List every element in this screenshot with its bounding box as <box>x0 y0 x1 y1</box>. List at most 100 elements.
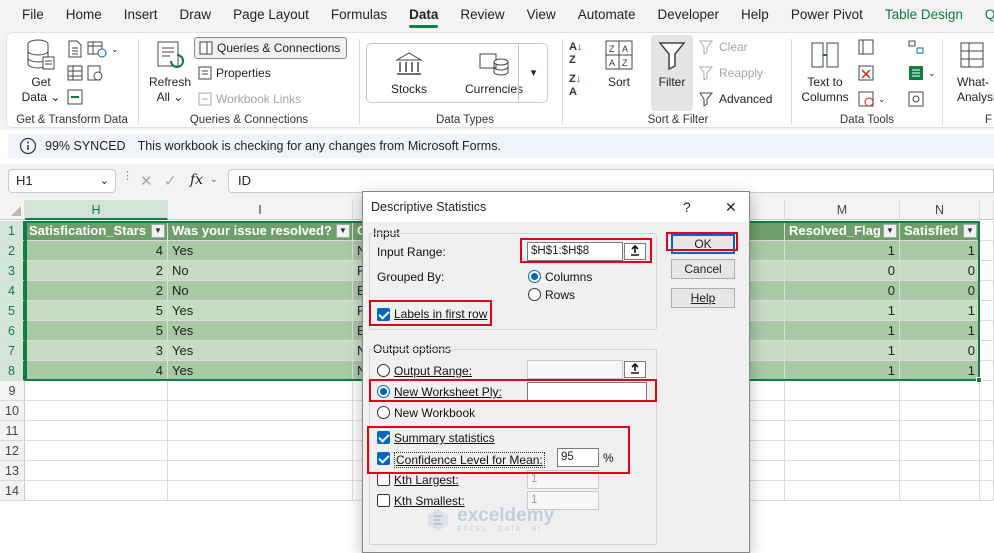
empty-cell[interactable] <box>785 421 900 441</box>
empty-cell[interactable] <box>980 261 994 281</box>
filter-dropdown-icon[interactable]: ▼ <box>883 224 897 238</box>
column-header-i[interactable]: I <box>168 200 353 220</box>
table-cell[interactable]: 1 <box>900 301 980 321</box>
stocks-button[interactable]: Stocks <box>379 50 439 97</box>
empty-cell[interactable] <box>168 421 353 441</box>
table-cell[interactable]: 4 <box>25 241 168 261</box>
row-header[interactable]: 13 <box>0 461 25 481</box>
table-header-cell[interactable]: Resolved_Flag ▼ <box>785 221 900 241</box>
labels-first-row-checkbox[interactable] <box>377 308 390 321</box>
table-cell[interactable]: Yes <box>168 321 353 341</box>
empty-cell[interactable] <box>980 341 994 361</box>
empty-cell[interactable] <box>980 421 994 441</box>
flash-fill-button[interactable] <box>858 37 874 57</box>
empty-cell[interactable] <box>980 361 994 381</box>
what-if-analysis-button[interactable]: What- Analysis <box>957 39 994 105</box>
table-cell[interactable]: 0 <box>900 281 980 301</box>
rows-radio[interactable] <box>528 288 541 301</box>
row-header[interactable]: 12 <box>0 441 25 461</box>
filter-dropdown-icon[interactable]: ▼ <box>336 224 350 238</box>
cancel-button[interactable]: Cancel <box>671 259 735 279</box>
table-cell[interactable]: 1 <box>785 241 900 261</box>
empty-cell[interactable] <box>980 221 994 241</box>
table-cell[interactable]: 1 <box>900 241 980 261</box>
empty-cell[interactable] <box>785 381 900 401</box>
fill-handle[interactable] <box>976 377 982 383</box>
tab-page-layout[interactable]: Page Layout <box>222 0 320 30</box>
output-range-radio[interactable] <box>377 364 390 377</box>
filter-dropdown-icon[interactable]: ▼ <box>151 224 165 238</box>
empty-cell[interactable] <box>980 241 994 261</box>
empty-cell[interactable] <box>980 461 994 481</box>
empty-cell[interactable] <box>900 481 980 501</box>
table-cell[interactable]: Yes <box>168 301 353 321</box>
empty-cell[interactable] <box>25 381 168 401</box>
output-range-field[interactable] <box>527 360 623 379</box>
filter-dropdown-icon[interactable]: ▼ <box>963 224 977 238</box>
table-cell[interactable]: Yes <box>168 361 353 381</box>
empty-cell[interactable] <box>900 401 980 421</box>
table-cell[interactable]: 1 <box>785 341 900 361</box>
kth-largest-checkbox[interactable] <box>377 473 390 486</box>
column-header-o[interactable] <box>980 200 994 220</box>
empty-cell[interactable] <box>980 281 994 301</box>
properties-button[interactable]: Properties <box>198 63 271 83</box>
tab-data[interactable]: Data <box>398 0 449 30</box>
data-validation-button[interactable]: ⌄ <box>858 89 886 109</box>
confidence-level-checkbox[interactable] <box>377 452 390 465</box>
empty-cell[interactable] <box>168 461 353 481</box>
empty-cell[interactable] <box>785 461 900 481</box>
empty-cell[interactable] <box>900 421 980 441</box>
empty-cell[interactable] <box>25 441 168 461</box>
table-cell[interactable]: 2 <box>25 281 168 301</box>
advanced-filter-button[interactable]: Advanced <box>699 89 772 109</box>
empty-cell[interactable] <box>785 481 900 501</box>
cancel-entry-icon[interactable]: ✕ <box>140 172 153 190</box>
input-range-collapse-button[interactable] <box>624 243 646 260</box>
column-header-h[interactable]: H <box>25 200 168 220</box>
table-cell[interactable]: 4 <box>25 361 168 381</box>
table-cell[interactable]: 0 <box>785 261 900 281</box>
empty-cell[interactable] <box>980 381 994 401</box>
tab-file[interactable]: File <box>11 0 55 30</box>
table-cell[interactable]: 1 <box>785 301 900 321</box>
name-box[interactable]: H1 ⌄ <box>8 169 116 193</box>
tab-review[interactable]: Review <box>449 0 515 30</box>
relationships-button[interactable]: ⌄ <box>908 63 936 83</box>
table-cell[interactable]: 1 <box>785 321 900 341</box>
kth-largest-field[interactable]: 1 <box>527 470 599 489</box>
table-header-cell[interactable]: Satisfication_Stars ▼ <box>25 221 168 241</box>
row-header[interactable]: 5 <box>0 301 25 321</box>
from-table-button[interactable] <box>67 63 103 83</box>
manage-data-model-button[interactable] <box>908 89 924 109</box>
table-cell[interactable]: No <box>168 261 353 281</box>
filter-button[interactable]: Filter <box>651 35 693 111</box>
dialog-title-bar[interactable]: Descriptive Statistics ? ✕ <box>363 192 749 222</box>
tab-home[interactable]: Home <box>55 0 113 30</box>
table-cell[interactable]: No <box>168 281 353 301</box>
new-worksheet-field[interactable] <box>527 382 647 401</box>
tab-automate[interactable]: Automate <box>567 0 647 30</box>
table-cell[interactable]: 1 <box>900 361 980 381</box>
help-button[interactable]: Help <box>671 288 735 308</box>
kth-smallest-checkbox[interactable] <box>377 494 390 507</box>
tab-help[interactable]: Help <box>730 0 780 30</box>
empty-cell[interactable] <box>980 401 994 421</box>
table-cell[interactable]: 0 <box>900 261 980 281</box>
row-header[interactable]: 4 <box>0 281 25 301</box>
empty-cell[interactable] <box>168 481 353 501</box>
empty-cell[interactable] <box>785 441 900 461</box>
tab-table-design[interactable]: Table Design <box>874 0 974 30</box>
empty-cell[interactable] <box>900 381 980 401</box>
empty-cell[interactable] <box>168 441 353 461</box>
column-header-m[interactable]: M <box>785 200 900 220</box>
formula-input[interactable]: ID <box>228 169 994 193</box>
tab-draw[interactable]: Draw <box>169 0 223 30</box>
get-data-button[interactable]: Get Data ⌄ <box>19 39 63 105</box>
select-all-corner[interactable] <box>0 200 25 220</box>
queries-connections-button[interactable]: Queries & Connections <box>194 37 348 59</box>
row-header[interactable]: 11 <box>0 421 25 441</box>
help-question-icon[interactable]: ? <box>683 192 691 222</box>
row-header[interactable]: 14 <box>0 481 25 501</box>
row-header[interactable]: 3 <box>0 261 25 281</box>
